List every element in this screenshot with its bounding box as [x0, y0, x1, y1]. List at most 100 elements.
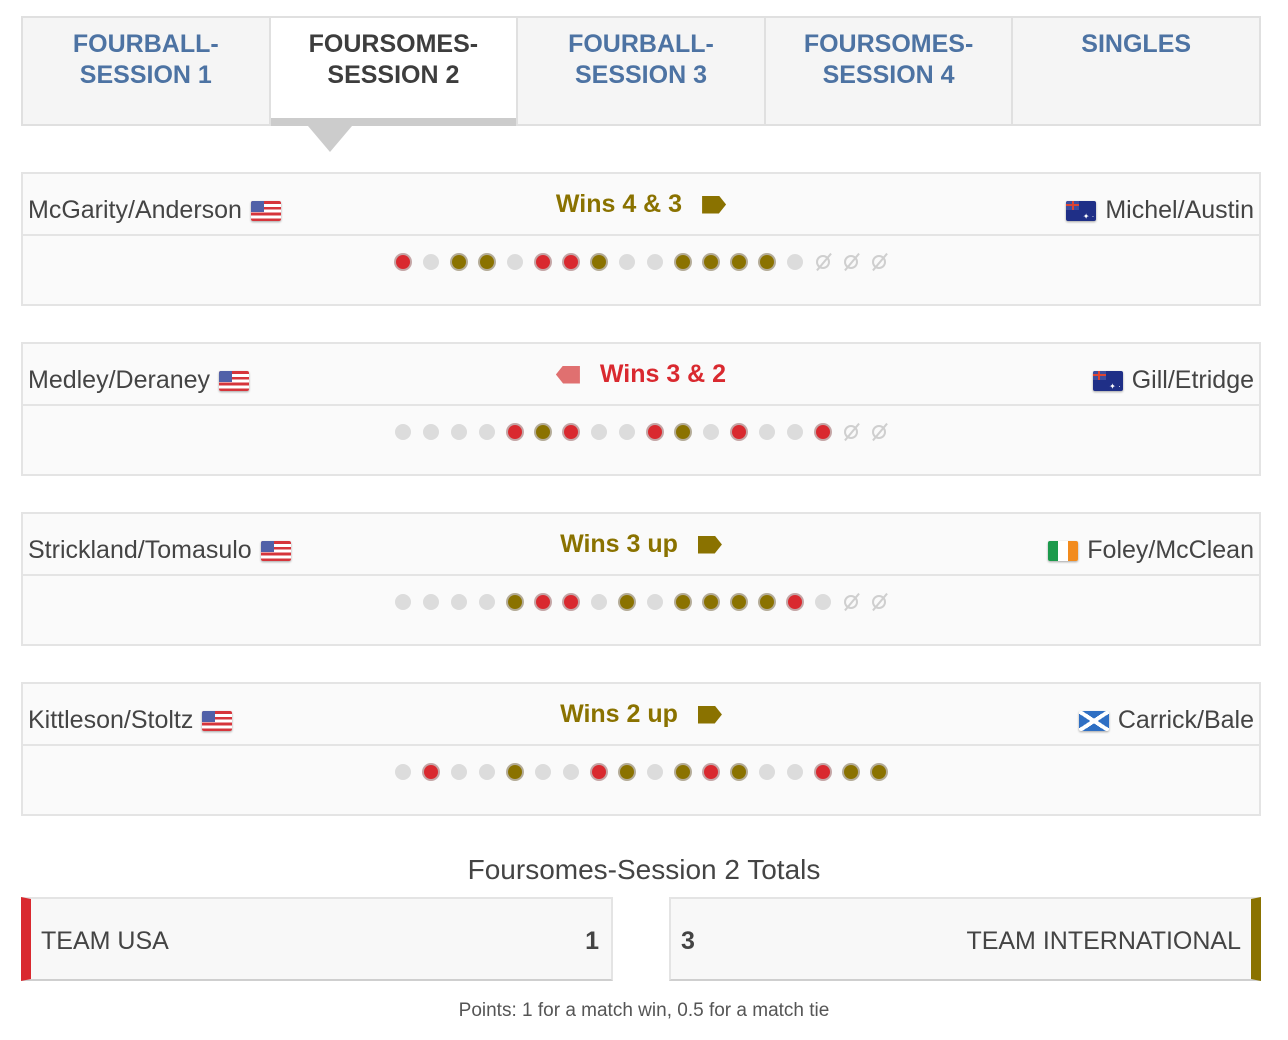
team-usa-score: 1 [585, 927, 599, 955]
international-pairing: Carrick/Bale [1078, 706, 1254, 735]
team-usa-name: TEAM USA [41, 927, 169, 955]
match-card[interactable]: Medley/DeraneyWins 3 & 2Gill/Etridge [21, 342, 1261, 476]
hole-4-international-won-icon [480, 255, 494, 269]
hole-7-usa-won-icon [564, 255, 578, 269]
match-header: McGarity/AndersonWins 4 & 3Michel/Austin [23, 174, 1259, 236]
team-international-name: TEAM INTERNATIONAL [966, 927, 1241, 955]
match-card[interactable]: Strickland/Tomasulo Wins 3 up Foley/McClea… [21, 512, 1261, 646]
hole-11-international-won-icon [676, 425, 690, 439]
international-pairing: Foley/McClean [1048, 536, 1254, 565]
hole-18-not-played-icon [871, 254, 887, 270]
hole-16-halved-icon [815, 594, 831, 610]
hole-6-usa-won-icon [536, 595, 550, 609]
hole-13-international-won-icon [732, 765, 746, 779]
hole-18-international-won-icon [872, 765, 886, 779]
usa-winner-arrow-icon [555, 365, 580, 384]
hole-8-halved-icon [591, 594, 607, 610]
hole-4-halved-icon [479, 764, 495, 780]
hole-3-halved-icon [451, 594, 467, 610]
hole-16-usa-won-icon [816, 425, 830, 439]
match-result: Wins 2 up [23, 700, 1259, 729]
hole-7-halved-icon [563, 764, 579, 780]
hole-8-international-won-icon [592, 255, 606, 269]
hole-15-usa-won-icon [788, 595, 802, 609]
international-pairing-name: Foley/McClean [1087, 536, 1254, 564]
totals-title: Foursomes-Session 2 Totals [467, 854, 821, 885]
hole-9-halved-icon [619, 254, 635, 270]
hole-by-hole-results [23, 254, 1259, 270]
match-result: Wins 3 & 2 [23, 360, 1259, 391]
hole-7-usa-won-icon [564, 425, 578, 439]
hole-17-international-won-icon [844, 765, 858, 779]
hole-4-halved-icon [479, 594, 495, 610]
international-winner-arrow-icon [702, 195, 727, 214]
hole-by-hole-results [23, 594, 1259, 610]
hole-18-not-played-icon [871, 424, 887, 440]
match-result-text: Wins 2 up [560, 700, 678, 728]
hole-2-usa-won-icon [424, 765, 438, 779]
team-international-total: 3 TEAM INTERNATIONAL [669, 897, 1261, 981]
hole-17-not-played-icon [843, 594, 859, 610]
hole-12-usa-won-icon [704, 765, 718, 779]
hole-10-halved-icon [647, 764, 663, 780]
tab-foursomes-session-2[interactable]: FOURSOMES- SESSION 2 [270, 18, 519, 126]
tab-foursomes-session-4[interactable]: FOURSOMES- SESSION 4 [766, 18, 1014, 124]
hole-14-halved-icon [759, 424, 775, 440]
hole-10-usa-won-icon [648, 425, 662, 439]
hole-3-international-won-icon [452, 255, 466, 269]
international-pairing: Michel/Austin [1066, 196, 1254, 225]
tab-fourball-session-3[interactable]: FOURBALL- SESSION 3 [518, 18, 766, 124]
hole-5-halved-icon [507, 254, 523, 270]
hole-5-usa-won-icon [508, 425, 522, 439]
tab-singles[interactable]: SINGLES [1013, 18, 1259, 124]
international-pairing: Gill/Etridge [1092, 366, 1254, 395]
international-pairing-name: Carrick/Bale [1117, 706, 1254, 734]
hole-13-international-won-icon [732, 595, 746, 609]
hole-by-hole-results [23, 424, 1259, 440]
hole-9-halved-icon [619, 424, 635, 440]
hole-6-international-won-icon [536, 425, 550, 439]
hole-by-hole-results [23, 764, 1259, 780]
international-winner-arrow-icon [697, 705, 722, 724]
ireland-flag-icon [1048, 540, 1079, 561]
match-result-text: Wins 4 & 3 [555, 190, 683, 218]
hole-13-usa-won-icon [732, 425, 746, 439]
scotland-flag-icon [1078, 710, 1109, 731]
hole-17-not-played-icon [843, 254, 859, 270]
team-international-score: 3 [681, 927, 695, 955]
hole-14-international-won-icon [760, 595, 774, 609]
australia-flag-icon [1066, 200, 1097, 221]
match-header: Medley/DeraneyWins 3 & 2Gill/Etridge [23, 344, 1259, 406]
hole-2-halved-icon [423, 594, 439, 610]
active-tab-caret-icon [308, 126, 352, 152]
hole-17-not-played-icon [843, 424, 859, 440]
hole-6-usa-won-icon [536, 255, 550, 269]
hole-6-halved-icon [535, 764, 551, 780]
hole-11-international-won-icon [676, 255, 690, 269]
hole-1-halved-icon [395, 764, 411, 780]
match-result-text: Wins 3 & 2 [599, 360, 727, 388]
international-pairing-name: Gill/Etridge [1131, 366, 1254, 394]
hole-12-halved-icon [703, 424, 719, 440]
hole-5-international-won-icon [508, 595, 522, 609]
new-zealand-flag-icon [1092, 370, 1123, 391]
hole-8-usa-won-icon [592, 765, 606, 779]
hole-1-halved-icon [395, 424, 411, 440]
hole-10-halved-icon [647, 594, 663, 610]
hole-3-halved-icon [451, 424, 467, 440]
points-note: Points: 1 for a match win, 0.5 for a mat… [458, 1000, 830, 1021]
hole-15-halved-icon [787, 764, 803, 780]
hole-9-international-won-icon [620, 595, 634, 609]
match-card[interactable]: Kittleson/Stoltz Wins 2 up Carrick/Bale [21, 682, 1261, 816]
tab-fourball-session-1[interactable]: FOURBALL- SESSION 1 [23, 18, 271, 124]
hole-14-international-won-icon [760, 255, 774, 269]
international-winner-arrow-icon [697, 535, 722, 554]
hole-2-halved-icon [423, 254, 439, 270]
match-result-text: Wins 3 up [560, 530, 678, 558]
hole-3-halved-icon [451, 764, 467, 780]
international-pairing-name: Michel/Austin [1105, 196, 1254, 224]
session-tabs: FOURBALL- SESSION 1 FOURSOMES- SESSION 2 F… [21, 16, 1261, 126]
match-card[interactable]: McGarity/AndersonWins 4 & 3Michel/Austin [21, 172, 1261, 306]
hole-4-halved-icon [479, 424, 495, 440]
hole-11-international-won-icon [676, 765, 690, 779]
